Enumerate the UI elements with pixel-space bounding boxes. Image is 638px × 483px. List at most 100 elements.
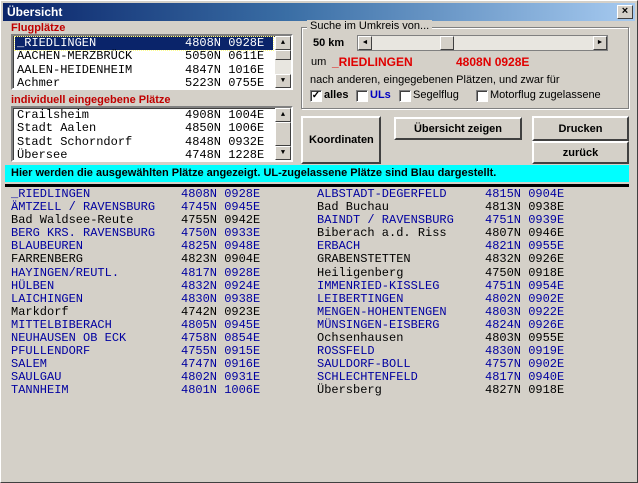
result-name: NEUHAUSEN OB ECK <box>11 331 127 346</box>
result-name: ROSSFELD <box>317 344 375 359</box>
result-coords: 4817N 0940E <box>485 370 565 385</box>
um-label: um <box>311 56 327 68</box>
result-coords: 4821N 0955E <box>485 239 565 254</box>
result-coords: 4817N 0928E <box>181 265 261 280</box>
list-item[interactable]: Stadt Schorndorf 4848N 0932E <box>15 135 273 149</box>
result-name: GRABENSTETTEN <box>317 252 411 267</box>
drucken-button[interactable]: Drucken <box>532 116 629 141</box>
result-row: IMMENRIED-KISSLEG 4751N 0954E <box>317 278 629 293</box>
scroll-up-icon[interactable]: ▲ <box>275 36 291 50</box>
scroll-down-icon[interactable]: ▼ <box>275 146 291 160</box>
filter-checkbox-2[interactable] <box>356 90 368 102</box>
result-name: SAULDORF-BOLL <box>317 357 411 372</box>
result-name: Übersberg <box>317 383 382 398</box>
filter-label-3[interactable]: Segelflug <box>413 89 459 101</box>
list-item-coords: 5223N 0755E <box>185 76 265 90</box>
list-item[interactable]: Achmer 5223N 0755E <box>15 76 273 90</box>
list-item[interactable]: _RIEDLINGEN 4808N 0928E <box>14 36 274 51</box>
result-coords: 4747N 0916E <box>181 357 261 372</box>
result-coords: 4802N 0902E <box>485 291 565 306</box>
result-coords: 4805N 0945E <box>181 317 261 332</box>
flugplaetze-listbox[interactable]: ▲ ▼ _RIEDLINGEN 4808N 0928E AACHEN-MERZBRÜ… <box>11 34 293 90</box>
list-item-name: Achmer <box>17 76 61 90</box>
list-item-name: Crailsheim <box>17 108 90 122</box>
individuell-scrollbar[interactable]: ▲ ▼ <box>275 108 291 160</box>
list-item-name: AACHEN-MERZBRÜCK <box>17 49 133 64</box>
scroll-thumb[interactable] <box>275 50 291 60</box>
result-row: HÜLBEN 4832N 0924E <box>11 278 311 293</box>
result-row: TANNHEIM 4801N 1006E <box>11 384 311 397</box>
result-name: Bad Buchau <box>317 200 390 215</box>
uebersicht-zeigen-button[interactable]: Übersicht zeigen <box>394 117 522 140</box>
list-item[interactable]: AALEN-HEIDENHEIM 4847N 1016E <box>15 63 273 77</box>
result-coords: 4750N 0933E <box>181 226 261 241</box>
result-coords: 4825N 0948E <box>181 239 261 254</box>
result-coords: 4750N 0918E <box>485 265 565 280</box>
filter-checkbox-1[interactable]: ✓ <box>310 90 322 102</box>
list-item[interactable]: Stadt Aalen 4850N 1006E <box>15 122 273 135</box>
result-coords: 4824N 0926E <box>485 317 565 332</box>
result-name: Ochsenhausen <box>317 331 404 346</box>
radius-slider[interactable]: ◄ ► <box>357 35 608 51</box>
flugplaetze-label: Flugplätze <box>11 22 66 34</box>
individuell-listbox[interactable]: ▲ ▼ Crailsheim 4908N 1004E Stadt Aalen 4850… <box>11 106 293 162</box>
result-coords: 4827N 0918E <box>485 383 565 398</box>
zurueck-button[interactable]: zurück <box>532 141 629 164</box>
filter-checkbox-4[interactable] <box>476 90 488 102</box>
result-coords: 4802N 0931E <box>181 370 261 385</box>
result-name: MÜNSINGEN-EISBERG <box>317 317 440 332</box>
scroll-thumb[interactable] <box>275 122 291 146</box>
list-item[interactable]: Crailsheim 4908N 1004E <box>15 109 273 122</box>
filter-checkbox-3[interactable] <box>399 90 411 102</box>
result-coords: 4801N 1006E <box>181 383 261 398</box>
result-coords: 4803N 0922E <box>485 304 565 319</box>
result-coords: 4832N 0924E <box>181 278 261 293</box>
result-row: LAICHINGEN 4830N 0938E <box>11 292 311 306</box>
result-coords: 4757N 0902E <box>485 357 565 372</box>
result-name: FARRENBERG <box>11 252 84 267</box>
result-row: MENGEN-HOHENTENGEN 4803N 0922E <box>317 304 629 319</box>
list-item-coords: 5050N 0611E <box>185 49 265 64</box>
scroll-down-icon[interactable]: ▼ <box>275 74 291 88</box>
result-coords: 4830N 0919E <box>485 344 565 359</box>
filter-label-2[interactable]: ULs <box>370 89 391 101</box>
result-row: HAYINGEN/REUTL. 4817N 0928E <box>11 265 311 280</box>
result-coords: 4808N 0928E <box>181 187 261 201</box>
result-coords: 4832N 0926E <box>485 252 565 267</box>
koordinaten-button[interactable]: Koordinaten <box>301 116 381 164</box>
scroll-up-icon[interactable]: ▲ <box>275 108 291 122</box>
result-name: HÜLBEN <box>11 278 55 293</box>
result-row: LEIBERTINGEN 4802N 0902E <box>317 291 629 306</box>
result-name: Bad Waldsee-Reute <box>11 213 134 228</box>
result-coords: 4807N 0946E <box>485 226 565 241</box>
title-bar: Übersicht × <box>3 3 635 21</box>
result-name: BAINDT / RAVENSBURG <box>317 213 454 228</box>
result-coords: 4823N 0904E <box>181 252 261 267</box>
result-row: Biberach a.d. Riss 4807N 0946E <box>317 227 629 240</box>
search-description: nach anderen, eingegebenen Plätzen, und … <box>310 74 560 86</box>
individuell-label: individuell eingegebene Plätze <box>11 94 171 106</box>
result-name: ERBACH <box>317 239 361 254</box>
result-coords: 4758N 0854E <box>181 331 261 346</box>
slider-left-icon[interactable]: ◄ <box>358 36 372 50</box>
flugplaetze-scrollbar[interactable]: ▲ ▼ <box>275 36 291 88</box>
slider-right-icon[interactable]: ► <box>593 36 607 50</box>
result-coords: 4751N 0954E <box>485 278 565 293</box>
close-button[interactable]: × <box>617 5 633 19</box>
result-name: ALBSTADT-DEGERFELD <box>317 187 447 201</box>
result-name: TANNHEIM <box>11 383 69 398</box>
filter-label-4[interactable]: Motorflug zugelassene <box>490 89 601 101</box>
result-row: Heiligenberg 4750N 0918E <box>317 265 629 280</box>
info-bar: Hier werden die ausgewählten Plätze ange… <box>5 165 629 182</box>
result-name: ÄMTZELL / RAVENSBURG <box>11 200 156 215</box>
result-name: Biberach a.d. Riss <box>317 226 447 241</box>
list-item[interactable]: Übersee 4748N 1228E <box>15 149 273 160</box>
result-coords: 4751N 0939E <box>485 213 565 228</box>
list-item-coords: 4908N 1004E <box>185 108 265 122</box>
filter-label-1[interactable]: alles <box>324 89 348 101</box>
slider-thumb[interactable] <box>440 36 455 50</box>
result-coords: 4755N 0942E <box>181 213 261 228</box>
result-name: SALEM <box>11 357 48 372</box>
list-item[interactable]: AACHEN-MERZBRÜCK 5050N 0611E <box>15 50 273 63</box>
result-coords: 4742N 0923E <box>181 304 261 319</box>
